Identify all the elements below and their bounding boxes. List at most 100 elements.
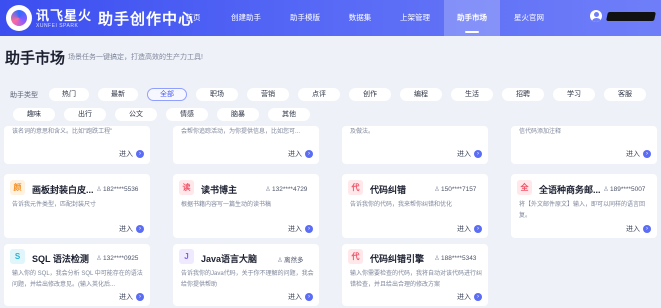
filter-chip-hot[interactable]: 热门: [49, 88, 89, 101]
card-title: 读书博主: [201, 185, 238, 195]
filter-chip-life[interactable]: 生活: [451, 88, 493, 101]
enter-button[interactable]: 进入 ›: [119, 149, 144, 159]
filter-chip-recruiting[interactable]: 招聘: [502, 88, 544, 101]
person-icon: ♙: [265, 186, 271, 193]
enter-button[interactable]: 进入 ›: [626, 224, 651, 234]
nav-home[interactable]: 首页: [170, 0, 216, 36]
filter-chip-creation[interactable]: 创作: [349, 88, 391, 101]
filter-chip-travel[interactable]: 出行: [64, 108, 106, 121]
chevron-right-icon: ›: [305, 225, 313, 233]
filter-chip-all[interactable]: 全部: [147, 88, 187, 101]
assistant-card-partial[interactable]: 会帮你追踪活动，为你提供信息，比如您可... 进入 ›: [173, 126, 319, 164]
assistant-card[interactable]: J Java语言大脑 ♙离然多 告诉我你的Java代码，关于你不理解的问题，我会…: [173, 244, 319, 306]
card-description: 信代码添加注释: [519, 129, 562, 135]
card-author: ♙182****5536: [96, 186, 139, 193]
filter-chip-study[interactable]: 学习: [553, 88, 595, 101]
nav-datasets[interactable]: 数据集: [334, 0, 386, 36]
person-icon: ♙: [434, 255, 440, 262]
enter-button[interactable]: 进入 ›: [457, 149, 482, 159]
person-icon: ♙: [277, 257, 283, 264]
filter-chip-fun[interactable]: 趣味: [13, 108, 55, 121]
chevron-right-icon: ›: [136, 293, 144, 301]
filter-chip-official-docs[interactable]: 公文: [115, 108, 157, 121]
enter-button[interactable]: 进入 ›: [457, 224, 482, 234]
logo-name: 讯飞星火: [36, 7, 93, 23]
nav-listing-management[interactable]: 上架管理: [386, 0, 444, 36]
chevron-right-icon: ›: [474, 225, 482, 233]
enter-button[interactable]: 进入 ›: [457, 292, 482, 302]
enter-button[interactable]: 进入 ›: [288, 292, 313, 302]
card-author: ♙189****5007: [603, 186, 646, 193]
card-description: 告诉我你的Java代码，关于你不理解的问题，我会给你提供帮助: [181, 271, 314, 288]
user-menu[interactable]: [590, 10, 656, 22]
chevron-right-icon: ›: [474, 150, 482, 158]
enter-button[interactable]: 进入 ›: [119, 224, 144, 234]
card-avatar-icon: 读: [179, 180, 194, 195]
card-avatar-icon: S: [10, 249, 25, 264]
card-description: 告诉我你的代码，我来帮你纠错和优化: [350, 202, 453, 208]
card-description: 会帮你追踪活动，为你提供信息，比如您可...: [181, 129, 301, 135]
card-avatar-icon: 代: [348, 180, 363, 195]
enter-button[interactable]: 进入 ›: [288, 224, 313, 234]
page-title: 助手市场: [5, 50, 66, 67]
chevron-right-icon: ›: [305, 293, 313, 301]
page-subtitle: 场景任务一键搞定，打造高效的生产力工具!: [68, 54, 203, 61]
nav-assistant-market[interactable]: 助手市场: [444, 0, 500, 36]
filter-chip-customer-service[interactable]: 客服: [604, 88, 646, 101]
nav-spark-official-site[interactable]: 星火官网: [500, 0, 558, 36]
card-author: ♙离然多: [277, 257, 304, 264]
card-title: 全语种商务邮...: [539, 185, 601, 195]
enter-button[interactable]: 进入 ›: [288, 149, 313, 159]
chevron-right-icon: ›: [474, 293, 482, 301]
nav-assistant-templates[interactable]: 助手模版: [276, 0, 334, 36]
user-avatar-icon[interactable]: [590, 10, 602, 22]
chevron-right-icon: ›: [136, 225, 144, 233]
card-title: 画板封装白皮...: [32, 185, 94, 195]
filter-chip-other[interactable]: 其他: [268, 108, 310, 121]
card-title: Java语言大脑: [201, 254, 258, 264]
card-description: 输入你需要检查的代码，我将自动对该代码进行纠错检查，并且给出合理的修改方案: [350, 271, 483, 288]
filter-chip-workplace[interactable]: 职场: [196, 88, 238, 101]
filter-chip-review[interactable]: 点评: [298, 88, 340, 101]
chevron-right-icon: ›: [305, 150, 313, 158]
card-title: SQL 语法检测: [32, 254, 89, 264]
chevron-right-icon: ›: [643, 150, 651, 158]
filter-chip-coding[interactable]: 编程: [400, 88, 442, 101]
card-author: ♙150****7157: [434, 186, 477, 193]
enter-button[interactable]: 进入 ›: [119, 292, 144, 302]
assistant-card-partial[interactable]: 信代码添加注释 进入 ›: [511, 126, 657, 164]
assistant-card[interactable]: 颜 画板封装白皮... ♙182****5536 告诉我元件类型，匹配封装尺寸 …: [4, 174, 150, 238]
logo[interactable]: 讯飞星火 XUNFEI SPARK 助手创作中心: [6, 5, 194, 31]
assistant-card-partial[interactable]: 及做法。 进入 ›: [342, 126, 488, 164]
filter-chip-emotion[interactable]: 情感: [166, 108, 208, 121]
card-description: 告诉我元件类型，匹配封装尺寸: [12, 202, 97, 208]
assistant-card[interactable]: 代 代码纠错引擎 ♙188****5343 输入你需要检查的代码，我将自动对该代…: [342, 244, 488, 306]
enter-button[interactable]: 进入 ›: [626, 149, 651, 159]
nav-create-assistant[interactable]: 创建助手: [216, 0, 276, 36]
assistant-card-partial[interactable]: 该名词的意思和含义。比如"跑跌工程" 进入 ›: [4, 126, 150, 164]
assistant-card[interactable]: 全 全语种商务邮... ♙189****5007 将【外文邮件原文】输入，即可以…: [511, 174, 657, 238]
spark-logo-icon: [6, 5, 32, 31]
filter-chip-marketing[interactable]: 营销: [247, 88, 289, 101]
filter-chip-latest[interactable]: 最新: [98, 88, 138, 101]
assistant-card[interactable]: 读 读书博主 ♙132****4729 根据书籍内容写一篇生动的读书稿 进入 ›: [173, 174, 319, 238]
card-title: 代码纠错引擎: [370, 254, 425, 264]
assistant-card[interactable]: S SQL 语法检测 ♙132****0925 输入你的 SQL，我会分析 SQ…: [4, 244, 150, 306]
card-author: ♙132****0925: [96, 255, 139, 262]
card-avatar-icon: 全: [517, 180, 532, 195]
chevron-right-icon: ›: [136, 150, 144, 158]
card-title: 代码纠错: [370, 185, 407, 195]
redacted-username: [606, 11, 656, 21]
card-description: 输入你的 SQL，我会分析 SQL 中可能存在的语法问题，并给出修改意见。(输入…: [12, 271, 143, 288]
card-avatar-icon: 代: [348, 249, 363, 264]
top-navbar: 讯飞星火 XUNFEI SPARK 助手创作中心 首页 创建助手 助手模版 数据…: [0, 0, 661, 36]
card-description: 及做法。: [350, 129, 375, 135]
person-icon: ♙: [96, 186, 102, 193]
filter-chip-brainstorm[interactable]: 脑暴: [217, 108, 259, 121]
card-author: ♙188****5343: [434, 255, 477, 262]
assistant-card[interactable]: 代 代码纠错 ♙150****7157 告诉我你的代码，我来帮你纠错和优化 进入…: [342, 174, 488, 238]
person-icon: ♙: [96, 255, 102, 262]
chevron-right-icon: ›: [643, 225, 651, 233]
card-description: 根据书籍内容写一篇生动的读书稿: [181, 202, 272, 208]
logo-subtext: XUNFEI SPARK: [36, 22, 79, 29]
